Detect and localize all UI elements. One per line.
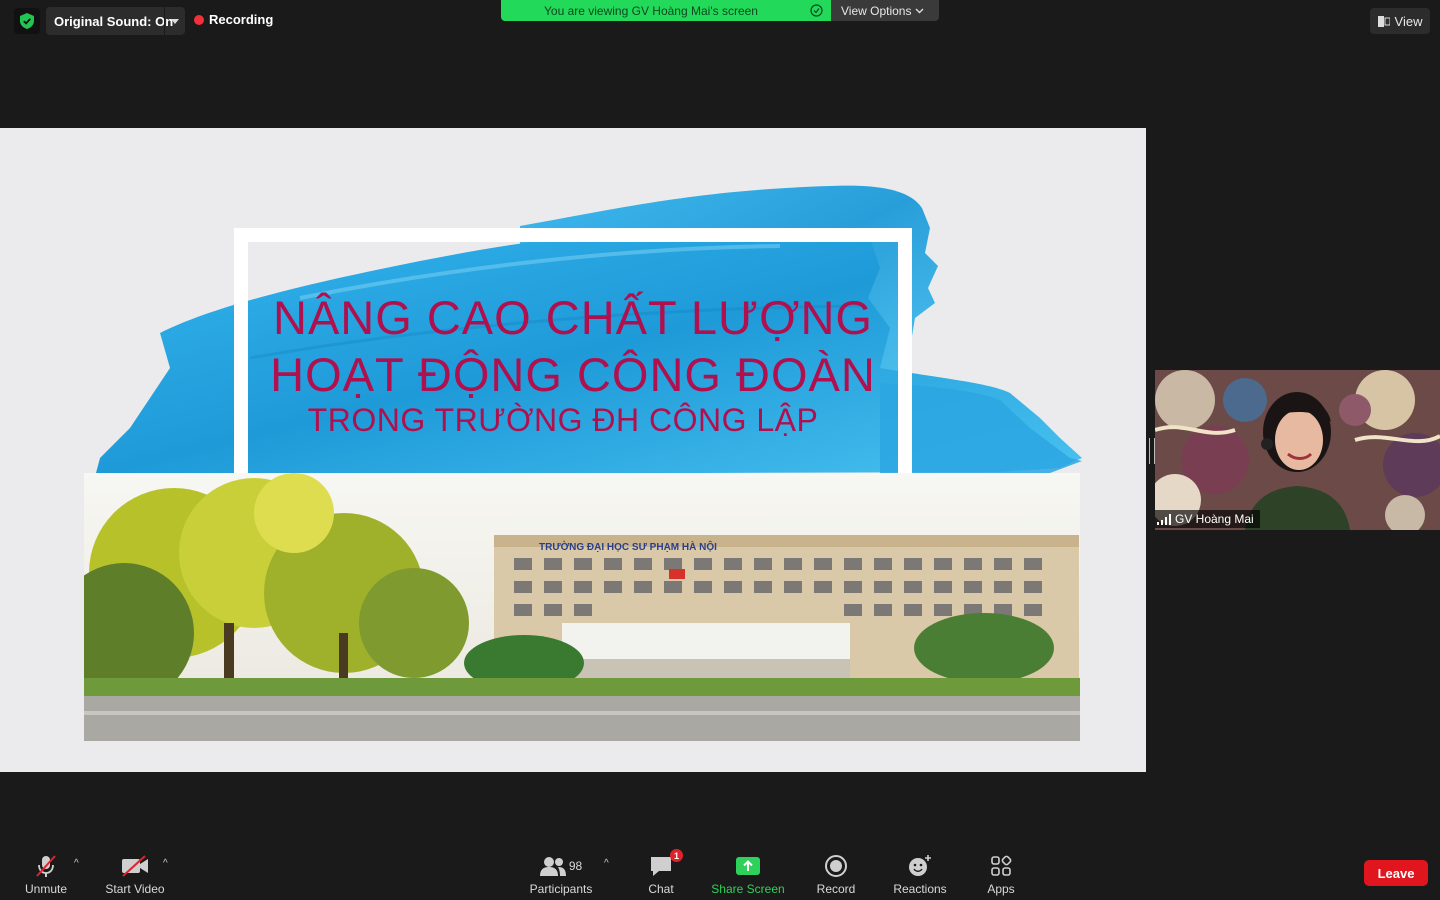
view-label: View: [1394, 13, 1423, 29]
encryption-shield[interactable]: [14, 8, 40, 34]
original-sound-label: Original Sound: On: [54, 13, 174, 29]
start-video-label: Start Video: [105, 882, 165, 896]
unmute-button[interactable]: Unmute: [20, 850, 72, 896]
participants-count: 98: [568, 859, 583, 873]
original-sound-menu-button[interactable]: [164, 7, 185, 35]
share-screen-label: Share Screen: [711, 882, 785, 896]
participants-icon: [539, 857, 566, 876]
building-sign-text: TRƯỜNG ĐẠI HỌC SƯ PHẠM HÀ NỘI: [539, 540, 717, 553]
record-dot-icon: [194, 14, 204, 25]
speaker-video-tile[interactable]: GV Hoàng Mai: [1155, 370, 1440, 530]
video-muted-icon: [122, 855, 148, 877]
record-icon: [825, 855, 847, 877]
leave-button[interactable]: Leave: [1364, 860, 1428, 886]
speaker-video-frame: [1155, 370, 1440, 530]
audio-options-caret[interactable]: ^: [74, 858, 79, 869]
campus-photo: TRƯỜNG ĐẠI HỌC SƯ PHẠM HÀ NỘI: [84, 473, 1080, 741]
speaker-name: GV Hoàng Mai: [1175, 512, 1254, 526]
microphone-muted-icon: [36, 855, 56, 877]
sharing-status-icon: [810, 4, 823, 17]
chat-badge: 1: [670, 849, 683, 862]
meeting-toolbar: Unmute ^ Start Video ^ 98 Participants ^: [0, 846, 1440, 900]
apps-label: Apps: [987, 882, 1015, 896]
view-options-button[interactable]: View Options: [831, 0, 939, 21]
signal-icon: [1157, 513, 1171, 525]
share-screen-button[interactable]: Share Screen: [706, 850, 790, 896]
chat-button[interactable]: 1 Chat: [640, 849, 683, 896]
shared-screen[interactable]: NÂNG CAO CHẤT LƯỢNG HOẠT ĐỘNG CÔNG ĐOÀN …: [0, 128, 1146, 772]
chat-icon: [651, 857, 671, 876]
record-label: Record: [816, 882, 856, 896]
apps-button[interactable]: Apps: [980, 850, 1022, 896]
unmute-label: Unmute: [24, 882, 68, 896]
reactions-icon: [909, 855, 931, 876]
reactions-label: Reactions: [893, 882, 947, 896]
record-button[interactable]: Record: [812, 850, 860, 896]
video-options-caret[interactable]: ^: [163, 858, 168, 869]
participants-button[interactable]: 98 Participants: [522, 850, 600, 896]
chevron-down-icon: [915, 8, 924, 13]
participants-label: Participants: [529, 882, 593, 896]
slide-subtitle: TRONG TRƯỜNG ĐH CÔNG LẬP: [307, 402, 819, 438]
reactions-button[interactable]: Reactions: [888, 850, 952, 896]
view-options-label: View Options: [841, 3, 912, 18]
chevron-down-icon: [171, 18, 179, 24]
original-sound-toggle[interactable]: Original Sound: On: [46, 7, 185, 35]
start-video-button[interactable]: Start Video: [100, 850, 170, 896]
shield-icon: [20, 13, 34, 29]
campus-building-illustration: TRƯỜNG ĐẠI HỌC SƯ PHẠM HÀ NỘI: [84, 473, 1080, 741]
share-screen-icon: [736, 857, 760, 875]
recording-label: Recording: [209, 12, 274, 27]
slide-title-line-1: NÂNG CAO CHẤT LƯỢNG: [273, 291, 873, 344]
viewing-banner: You are viewing GV Hoàng Mai's screen: [501, 0, 831, 21]
recording-indicator[interactable]: Recording: [194, 12, 273, 27]
viewing-banner-text: You are viewing GV Hoàng Mai's screen: [544, 3, 758, 18]
view-button[interactable]: View: [1370, 8, 1430, 34]
speaker-name-tag: GV Hoàng Mai: [1155, 510, 1260, 528]
view-icon: [1377, 15, 1390, 27]
apps-icon: [991, 855, 1012, 876]
slide-title-line-2: HOẠT ĐỘNG CÔNG ĐOÀN: [270, 348, 876, 401]
participants-options-caret[interactable]: ^: [604, 858, 609, 869]
chat-label: Chat: [648, 882, 674, 896]
